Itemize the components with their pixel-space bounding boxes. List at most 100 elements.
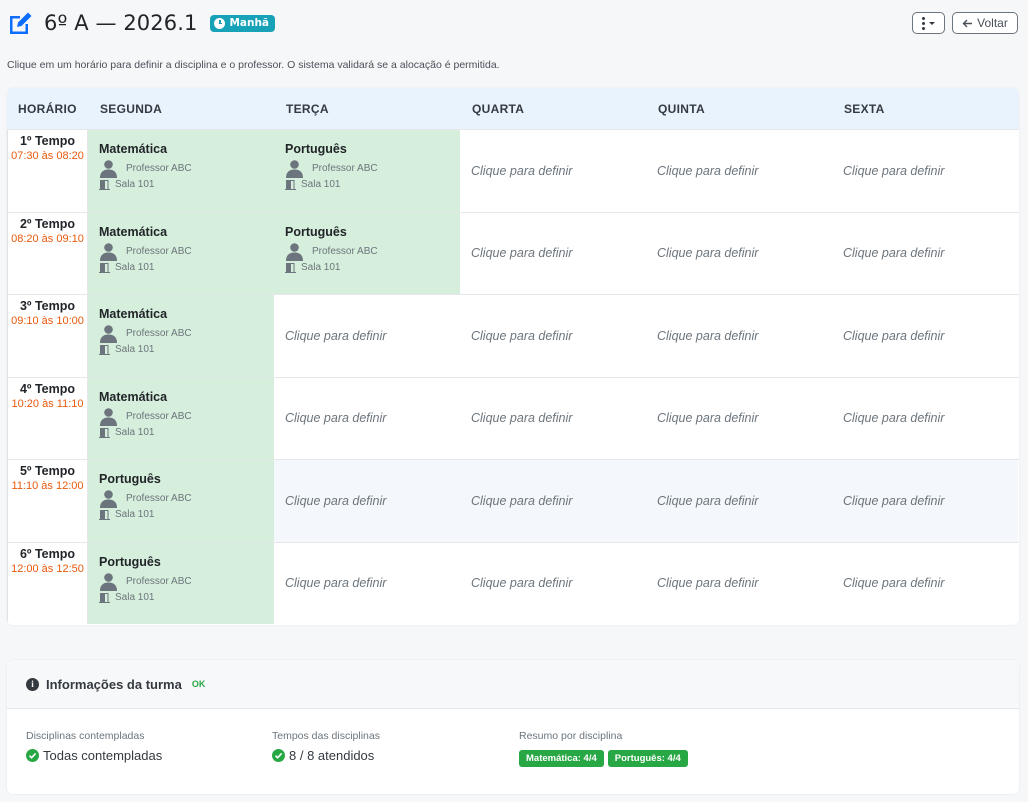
schedule-cell-thursday[interactable]: Clique para definir	[646, 130, 832, 212]
disciplines-label: Disciplinas contempladas	[26, 730, 145, 742]
schedule-cell-monday[interactable]: Português Professor ABC Sala 101	[88, 542, 274, 624]
room-line: Sala 101	[99, 179, 274, 190]
schedule-cell-thursday[interactable]: Clique para definir	[646, 460, 832, 542]
teacher-line: Professor ABC	[99, 489, 274, 508]
room-name: Sala 101	[115, 509, 155, 520]
schedule-cell-thursday[interactable]: Clique para definir	[646, 213, 832, 295]
class-info-title: Informações da turma	[46, 676, 182, 692]
teacher-name: Professor ABC	[126, 575, 192, 587]
shift-badge-label: Manhã	[229, 17, 270, 29]
teacher-name: Professor ABC	[312, 245, 378, 257]
room-line: Sala 101	[285, 179, 460, 190]
class-info-header: i Informações da turma OK	[7, 660, 1019, 709]
more-options-button[interactable]	[912, 12, 945, 34]
door-icon	[99, 262, 110, 273]
teacher-name: Professor ABC	[126, 493, 192, 504]
period-label: 3º Tempo	[19, 299, 76, 313]
person-icon	[99, 572, 118, 591]
subject-name: Português	[285, 224, 347, 239]
teacher-line: Professor ABC	[99, 159, 274, 178]
header-time: HORÁRIO	[18, 101, 77, 116]
room-line: Sala 101	[99, 262, 274, 273]
periods-label: Tempos das disciplinas	[272, 730, 380, 742]
schedule-cell-wednesday[interactable]: Clique para definir	[460, 130, 646, 212]
empty-slot-placeholder: Clique para definir	[843, 411, 945, 426]
check-circle-icon	[26, 749, 39, 762]
empty-slot-placeholder: Clique para definir	[285, 328, 387, 343]
shift-badge: Manhã	[210, 14, 276, 32]
table-row: 2º Tempo 08:20 às 09:10 Matemática Professo…	[7, 211, 1019, 295]
schedule-cell-thursday[interactable]: Clique para definir	[646, 543, 832, 625]
schedule-cell-wednesday[interactable]: Clique para definir	[460, 460, 646, 542]
schedule-cell-tuesday[interactable]: Clique para definir	[274, 378, 460, 460]
empty-slot-placeholder: Clique para definir	[285, 411, 387, 426]
table-row: 4º Tempo 10:20 às 11:10 Matemática Professo…	[7, 376, 1019, 460]
header-day-thursday: QUINTA	[658, 101, 705, 116]
period-time-range: 11:10 às 12:00	[11, 480, 84, 492]
teacher-name: Professor ABC	[126, 328, 192, 339]
back-button-label: Voltar	[977, 16, 1008, 30]
schedule-cell-wednesday[interactable]: Clique para definir	[460, 213, 646, 295]
schedule-cell-monday[interactable]: Matemática Professor ABC Sala 101	[88, 377, 274, 459]
period-label: 6º Tempo	[19, 546, 76, 561]
schedule-cell-friday[interactable]: Clique para definir	[832, 213, 1018, 295]
subject-name: Português	[285, 142, 347, 156]
caret-down-icon	[929, 21, 935, 25]
empty-slot-placeholder: Clique para definir	[471, 411, 573, 426]
time-slot-cell: 2º Tempo 08:20 às 09:10	[7, 212, 88, 294]
schedule-cell-wednesday[interactable]: Clique para definir	[460, 378, 646, 460]
room-name: Sala 101	[301, 261, 341, 273]
schedule-cell-thursday[interactable]: Clique para definir	[646, 378, 832, 460]
door-icon	[99, 509, 110, 520]
page-title: 6º A — 2026.1	[44, 11, 198, 35]
teacher-line: Professor ABC	[99, 242, 274, 261]
schedule-cell-wednesday[interactable]: Clique para definir	[460, 295, 646, 377]
teacher-line: Professor ABC	[99, 324, 274, 343]
periods-value: 8 / 8 atendidos	[272, 748, 380, 763]
teacher-line: Professor ABC	[285, 242, 460, 261]
schedule-cell-tuesday[interactable]: Clique para definir	[274, 543, 460, 625]
header-day-tuesday: TERÇA	[286, 101, 329, 116]
empty-slot-placeholder: Clique para definir	[657, 493, 759, 508]
schedule-cell-monday[interactable]: Matemática Professor ABC Sala 101	[88, 212, 274, 294]
disciplines-stat: Disciplinas contempladas Todas contempla…	[26, 730, 162, 763]
summary-badges: Matemática: 4/4 Português: 4/4	[519, 750, 688, 767]
page-header: 6º A — 2026.1 Manhã Voltar	[6, 8, 1018, 38]
class-info-body: Disciplinas contempladas Todas contempla…	[7, 709, 1019, 794]
instructions-text: Clique em um horário para definir a disc…	[7, 59, 500, 71]
schedule-cell-monday[interactable]: Matemática Professor ABC Sala 101	[88, 295, 274, 377]
summary-badge-math: Matemática: 4/4	[519, 750, 604, 767]
header-day-monday: SEGUNDA	[100, 101, 163, 116]
door-icon	[99, 427, 110, 438]
schedule-cell-monday[interactable]: Matemática Professor ABC Sala 101	[88, 130, 274, 212]
door-icon	[99, 179, 110, 190]
door-icon	[99, 592, 110, 603]
schedule-cell-friday[interactable]: Clique para definir	[832, 130, 1018, 212]
time-slot-cell: 4º Tempo 10:20 às 11:10	[7, 377, 88, 459]
schedule-cell-tuesday[interactable]: Clique para definir	[274, 460, 460, 542]
schedule-cell-wednesday[interactable]: Clique para definir	[460, 543, 646, 625]
schedule-cell-friday[interactable]: Clique para definir	[832, 295, 1018, 377]
info-icon: i	[26, 677, 39, 691]
check-circle-icon	[272, 749, 285, 762]
schedule-cell-monday[interactable]: Português Professor ABC Sala 101	[88, 460, 274, 542]
period-time-range: 07:30 às 08:20	[11, 150, 84, 162]
person-icon	[99, 159, 118, 178]
subject-name: Matemática	[99, 224, 168, 239]
schedule-cell-thursday[interactable]: Clique para definir	[646, 295, 832, 377]
schedule-cell-tuesday[interactable]: Português Professor ABC Sala 101	[274, 130, 460, 212]
room-line: Sala 101	[99, 427, 274, 438]
empty-slot-placeholder: Clique para definir	[471, 576, 573, 591]
schedule-cell-friday[interactable]: Clique para definir	[832, 460, 1018, 542]
back-button[interactable]: Voltar	[952, 12, 1018, 34]
room-name: Sala 101	[115, 426, 155, 438]
person-icon	[99, 324, 118, 343]
schedule-cell-friday[interactable]: Clique para definir	[832, 378, 1018, 460]
person-icon	[285, 159, 304, 178]
room-name: Sala 101	[301, 179, 341, 190]
schedule-cell-tuesday[interactable]: Clique para definir	[274, 295, 460, 377]
schedule-cell-friday[interactable]: Clique para definir	[832, 543, 1018, 625]
schedule-cell-tuesday[interactable]: Português Professor ABC Sala 101	[274, 212, 460, 294]
empty-slot-placeholder: Clique para definir	[471, 163, 573, 178]
empty-slot-placeholder: Clique para definir	[843, 163, 945, 178]
